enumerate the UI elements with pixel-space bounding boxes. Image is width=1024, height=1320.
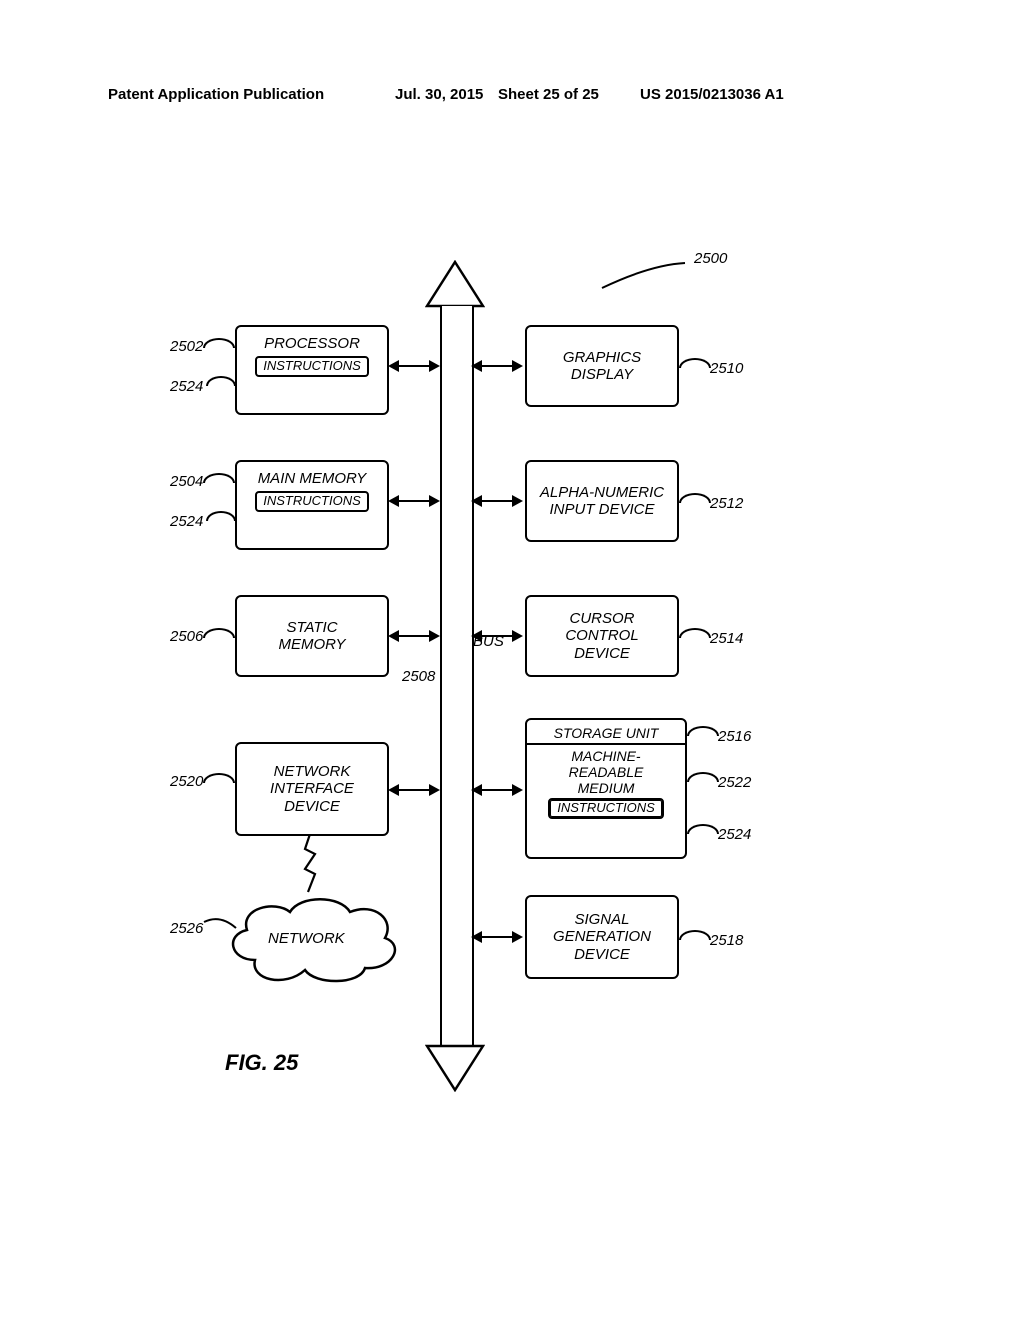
- ref-instructions-1: 2524: [170, 378, 203, 395]
- label-input-device: ALPHA-NUMERIC INPUT DEVICE: [540, 484, 664, 519]
- arc-static-memory: [203, 628, 235, 638]
- bus-shaft: [440, 306, 474, 1046]
- label-network-interface: NETWORK INTERFACE DEVICE: [270, 763, 354, 815]
- label-signal-generation: SIGNAL GENERATION DEVICE: [553, 911, 651, 963]
- label-mrm: MACHINE- READABLE MEDIUM: [569, 748, 644, 796]
- ref-cursor-control: 2514: [710, 630, 743, 647]
- ref-signal-generation: 2518: [710, 932, 743, 949]
- ref-storage-unit: 2516: [718, 728, 751, 745]
- label-instructions-3: INSTRUCTIONS: [557, 800, 655, 815]
- label-instructions-1: INSTRUCTIONS: [263, 358, 361, 373]
- header-date: Jul. 30, 2015: [395, 86, 483, 103]
- ref-instructions-2: 2524: [170, 513, 203, 530]
- header-pubno: US 2015/0213036 A1: [640, 86, 784, 103]
- header-sheet: Sheet 25 of 25: [498, 86, 599, 103]
- figure-25: 2500 BUS 2508 PROCESSOR INSTRUCTIONS 250…: [170, 250, 810, 1080]
- arc-mrm: [687, 772, 719, 782]
- arc-instr-1: [206, 376, 236, 386]
- arc-instr-2: [206, 511, 236, 521]
- box-static-memory: STATIC MEMORY: [235, 595, 389, 677]
- box-instructions-2: INSTRUCTIONS: [255, 491, 369, 512]
- leader-overall: [600, 260, 690, 290]
- box-mrm: MACHINE- READABLE MEDIUM INSTRUCTIONS: [527, 743, 685, 819]
- arc-input-device: [679, 493, 711, 503]
- box-processor: PROCESSOR INSTRUCTIONS: [235, 325, 389, 415]
- ref-network-interface: 2520: [170, 773, 203, 790]
- arc-network-interface: [203, 773, 235, 783]
- box-network-interface: NETWORK INTERFACE DEVICE: [235, 742, 389, 836]
- ref-mrm: 2522: [718, 774, 751, 791]
- label-cursor-control: CURSOR CONTROL DEVICE: [565, 610, 638, 662]
- bus-arrow-down: [425, 1044, 485, 1092]
- arc-graphics-display: [679, 358, 711, 368]
- box-signal-generation: SIGNAL GENERATION DEVICE: [525, 895, 679, 979]
- label-main-memory: MAIN MEMORY: [258, 470, 367, 487]
- ref-input-device: 2512: [710, 495, 743, 512]
- arc-processor: [203, 338, 235, 348]
- header-publication: Patent Application Publication: [108, 86, 324, 103]
- arc-instr-3: [687, 824, 719, 834]
- ref-network: 2526: [170, 920, 203, 937]
- bus-arrow-up: [425, 260, 485, 308]
- arc-network: [202, 918, 238, 938]
- arc-main-memory: [203, 473, 235, 483]
- arc-storage-unit: [687, 726, 719, 736]
- ref-graphics-display: 2510: [710, 360, 743, 377]
- box-storage-unit: STORAGE UNIT MACHINE- READABLE MEDIUM IN…: [525, 718, 687, 859]
- label-instructions-2: INSTRUCTIONS: [263, 493, 361, 508]
- label-storage-unit: STORAGE UNIT: [554, 725, 659, 741]
- label-processor: PROCESSOR: [264, 335, 360, 352]
- box-instructions-1: INSTRUCTIONS: [255, 356, 369, 377]
- label-network: NETWORK: [268, 930, 345, 947]
- ref-main-memory: 2504: [170, 473, 203, 490]
- wireless-link-icon: [300, 834, 320, 894]
- ref-bus: 2508: [402, 668, 435, 685]
- box-cursor-control: CURSOR CONTROL DEVICE: [525, 595, 679, 677]
- box-main-memory: MAIN MEMORY INSTRUCTIONS: [235, 460, 389, 550]
- ref-processor: 2502: [170, 338, 203, 355]
- box-input-device: ALPHA-NUMERIC INPUT DEVICE: [525, 460, 679, 542]
- ref-static-memory: 2506: [170, 628, 203, 645]
- label-static-memory: STATIC MEMORY: [279, 619, 346, 654]
- arc-cursor-control: [679, 628, 711, 638]
- ref-instructions-3: 2524: [718, 826, 751, 843]
- ref-overall: 2500: [694, 250, 727, 267]
- box-instructions-3: INSTRUCTIONS: [548, 798, 664, 819]
- arc-signal-generation: [679, 930, 711, 940]
- page: Patent Application Publication Jul. 30, …: [0, 0, 1024, 1320]
- label-graphics-display: GRAPHICS DISPLAY: [563, 349, 641, 384]
- box-graphics-display: GRAPHICS DISPLAY: [525, 325, 679, 407]
- figure-label: FIG. 25: [225, 1050, 298, 1076]
